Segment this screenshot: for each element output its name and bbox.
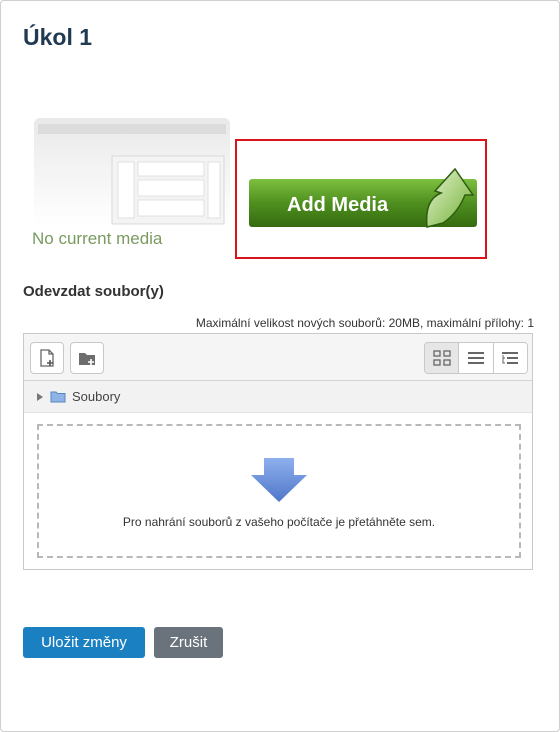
- folder-label: Soubory: [72, 389, 121, 404]
- add-file-icon: [40, 349, 54, 367]
- create-folder-icon: [79, 353, 95, 365]
- add-media-label: Add Media: [287, 194, 389, 216]
- list-view-button[interactable]: [458, 343, 493, 373]
- page-title: Úkol 1: [23, 24, 93, 50]
- list-view-icon: [467, 352, 484, 364]
- submission-section-label: Odevzdat soubor(y): [23, 283, 164, 300]
- add-media-highlight: Add Media: [235, 139, 487, 259]
- no-media-text: No current media: [32, 229, 163, 248]
- grid-view-button[interactable]: [425, 343, 459, 373]
- drop-zone-text: Pro nahrání souborů z vašeho počítače je…: [122, 515, 436, 529]
- file-picker-toolbar: [24, 334, 532, 381]
- file-picker-path[interactable]: Soubory: [24, 381, 532, 413]
- media-placeholder-image: [34, 118, 230, 226]
- max-size-note: Maximální velikost nových souborů: 20MB,…: [195, 316, 534, 330]
- grid-view-icon: [433, 350, 451, 366]
- cancel-button[interactable]: Zrušit: [154, 627, 223, 658]
- download-arrow-icon: [251, 458, 307, 502]
- tree-view-button[interactable]: [492, 343, 527, 373]
- add-media-button[interactable]: Add Media: [249, 163, 477, 229]
- tree-view-icon: [502, 352, 519, 364]
- expand-arrow-icon[interactable]: [37, 392, 43, 401]
- add-file-button[interactable]: [30, 342, 64, 374]
- file-picker: Soubory Pro nahrání souborů z vašeho poč…: [23, 333, 533, 570]
- save-button[interactable]: Uložit změny: [23, 627, 145, 658]
- drop-zone[interactable]: Pro nahrání souborů z vašeho počítače je…: [37, 424, 521, 558]
- view-mode-group: [424, 342, 528, 374]
- create-folder-button[interactable]: [70, 342, 104, 374]
- folder-icon: [50, 391, 66, 403]
